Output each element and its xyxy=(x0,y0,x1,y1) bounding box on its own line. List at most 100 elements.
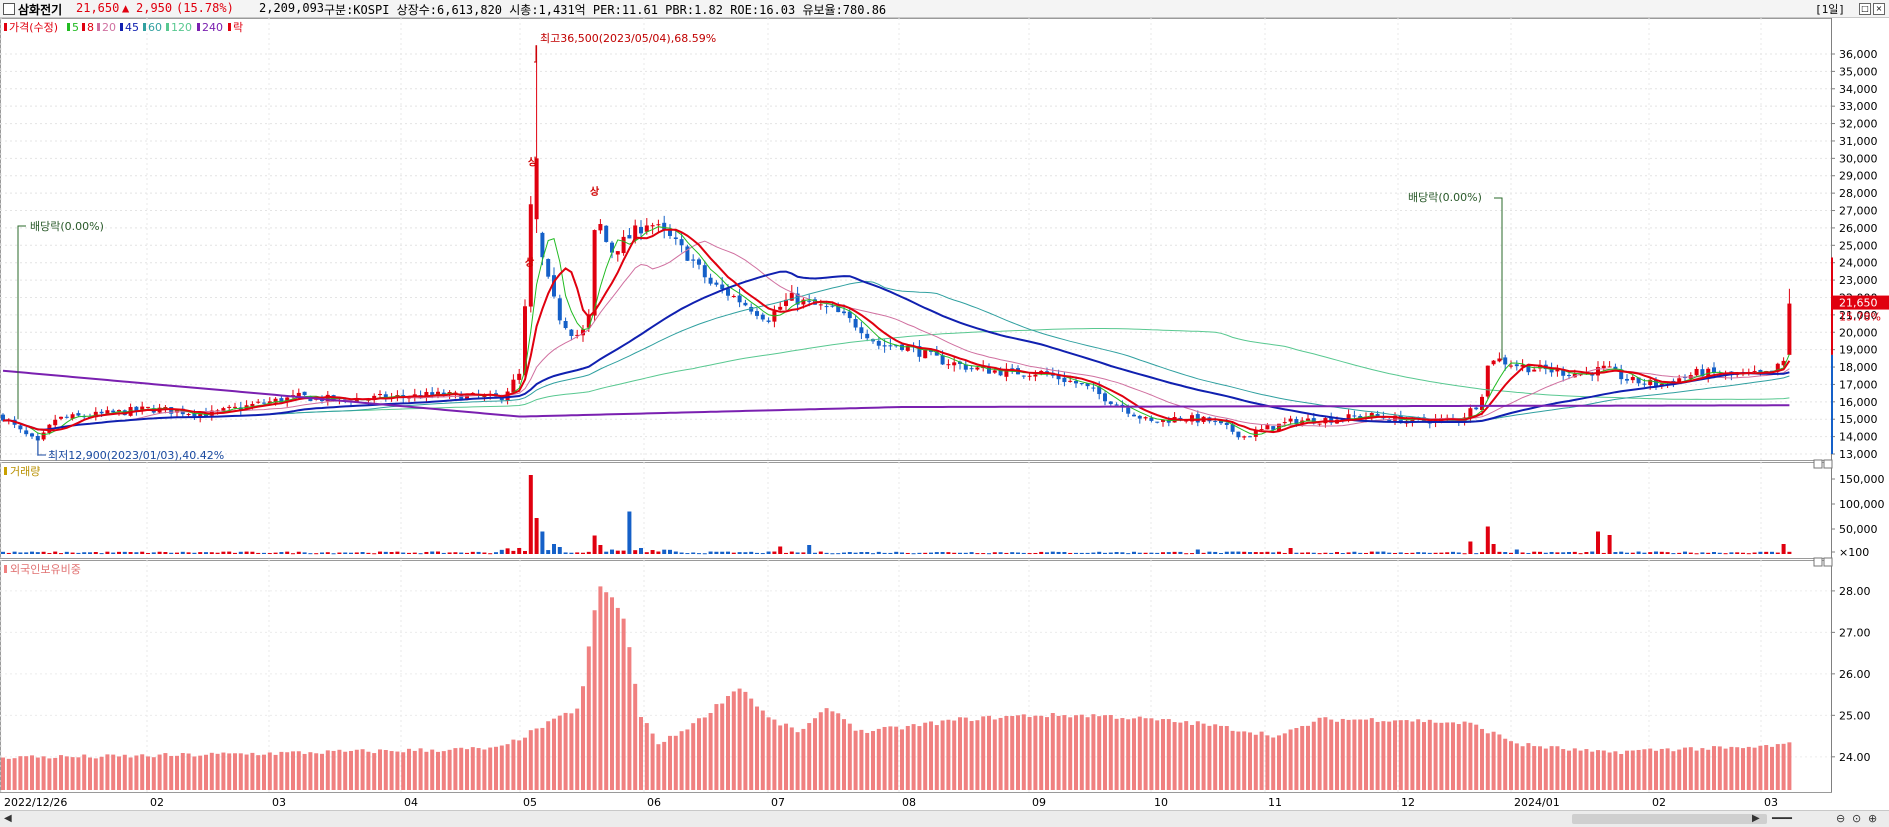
volume-bar xyxy=(633,550,638,554)
scroll-thumb[interactable] xyxy=(1572,814,1767,824)
volume-bar xyxy=(1781,544,1786,554)
foreign-ownership-bar xyxy=(1288,729,1293,790)
foreign-ownership-bar xyxy=(1114,718,1119,790)
pane-close-icon xyxy=(1823,557,1833,567)
volume-bar xyxy=(859,552,864,554)
legend-swatch xyxy=(166,23,169,31)
price-candle xyxy=(1787,303,1792,355)
volume-bar xyxy=(163,552,168,554)
y-tick-label: 14,000 xyxy=(1839,431,1878,444)
foreign-ownership-bar xyxy=(813,718,817,790)
volume-bar xyxy=(76,552,81,554)
price-candle xyxy=(18,425,23,430)
foreign-ownership-bar xyxy=(1074,715,1078,790)
volume-bar xyxy=(1729,552,1734,554)
volume-bar xyxy=(122,551,127,554)
price-candle xyxy=(766,320,771,322)
price-candle xyxy=(1027,375,1032,377)
foreign-ownership-bar xyxy=(117,756,121,790)
foreign-ownership-bar xyxy=(1456,724,1461,790)
foreign-ownership-bar xyxy=(1364,719,1368,790)
price-candle xyxy=(697,259,701,265)
foreign-ownership-bar xyxy=(12,758,17,790)
foreign-ownership-bar xyxy=(702,717,707,790)
volume-bar xyxy=(447,552,452,554)
foreign-ownership-bar xyxy=(534,728,539,790)
foreign-ownership-bar xyxy=(320,753,324,790)
volume-bar xyxy=(975,553,980,555)
volume-bar xyxy=(1021,552,1026,554)
price-candle xyxy=(743,302,748,306)
foreign-ownership-bar xyxy=(1578,750,1583,790)
price-candle xyxy=(1126,407,1131,414)
volume-bar xyxy=(1271,552,1276,554)
price-candle xyxy=(1143,417,1148,419)
maximize-icon[interactable]: □ xyxy=(1859,3,1871,15)
price-candle xyxy=(221,408,226,411)
scroll-right-icon[interactable]: ▶ xyxy=(1752,813,1760,824)
foreign-ownership-bar xyxy=(221,752,226,790)
price-candle xyxy=(134,406,139,411)
zoom-slider-icon[interactable]: ━━━ xyxy=(1772,812,1792,825)
foreign-ownership-bar xyxy=(1230,730,1235,790)
foreign-ownership-bar xyxy=(592,610,597,790)
close-icon[interactable]: × xyxy=(1873,3,1885,15)
price-candle xyxy=(1352,415,1357,417)
foreign-ownership-bar xyxy=(76,757,81,790)
y-tick-label: 32,000 xyxy=(1839,118,1878,131)
select-checkbox[interactable] xyxy=(3,3,15,15)
price-candle xyxy=(1213,420,1218,422)
volume-bar xyxy=(1491,544,1496,554)
volume-bar xyxy=(1538,551,1542,554)
volume-bar xyxy=(233,552,237,554)
foreign-ownership-bar xyxy=(1021,714,1026,790)
volume-bar xyxy=(1340,553,1345,555)
price-candle xyxy=(53,419,58,426)
zoom-out-icon[interactable]: ⊖ xyxy=(1836,812,1845,825)
volume-bar xyxy=(349,552,353,554)
foreign-ownership-bar xyxy=(1422,722,1426,790)
volume-bar xyxy=(801,552,806,554)
foreign-ownership-bar xyxy=(169,755,174,790)
volume-y-tick-label: 150,000 xyxy=(1839,473,1885,486)
volume-bar xyxy=(1683,551,1687,554)
foreign-ownership-bar xyxy=(1161,719,1165,790)
foreign-ownership-bar xyxy=(262,754,266,790)
volume-bar xyxy=(1712,551,1716,554)
scroll-left-icon[interactable]: ◀ xyxy=(4,813,12,824)
volume-bar xyxy=(1416,552,1421,554)
volume-bar xyxy=(204,552,208,554)
foreign-ownership-bar xyxy=(157,754,162,790)
zoom-reset-icon[interactable]: ⊙ xyxy=(1852,812,1861,825)
zoom-in-icon[interactable]: ⊕ xyxy=(1868,812,1877,825)
volume-bar xyxy=(267,553,272,555)
time-scrollbar[interactable]: ◀ ▶ ━━━ ⊖ ⊙ ⊕ xyxy=(0,810,1889,827)
foreign-ownership-bar xyxy=(1236,731,1241,790)
foreign-ownership-bar xyxy=(1572,748,1577,790)
foreign-ownership-bar xyxy=(795,732,800,790)
change-arrow-icon: ▲ xyxy=(122,1,130,15)
period-selector[interactable]: [1일] xyxy=(1815,1,1845,17)
foreign-ownership-bar xyxy=(1271,737,1276,790)
foreign-ownership-bar xyxy=(1340,718,1345,790)
stock-chart[interactable]: 13,000 14,000 15,000 16,000 17,000 18,000 19,0… xyxy=(0,18,1889,810)
price-candle xyxy=(1108,401,1113,404)
volume-bar xyxy=(1630,552,1635,554)
foreign-ownership-bar xyxy=(1433,722,1438,790)
volume-bar xyxy=(1787,551,1792,554)
foreign-ownership-bar xyxy=(1358,719,1363,790)
volume-bar xyxy=(517,548,522,554)
foreign-ownership-bar xyxy=(1108,715,1113,790)
price-candle xyxy=(731,295,736,298)
foreign-ownership-bar xyxy=(900,729,904,790)
foreign-ownership-bar xyxy=(1601,750,1606,790)
price-candle xyxy=(227,406,232,408)
foreign-ownership-bar xyxy=(987,715,991,790)
price-candle xyxy=(1509,365,1513,367)
volume-bar xyxy=(1155,552,1160,554)
volume-bar xyxy=(430,551,435,554)
volume-bar xyxy=(621,550,626,554)
volume-bar xyxy=(186,552,191,554)
volume-bar xyxy=(1590,551,1595,554)
volume-bar xyxy=(615,550,620,554)
